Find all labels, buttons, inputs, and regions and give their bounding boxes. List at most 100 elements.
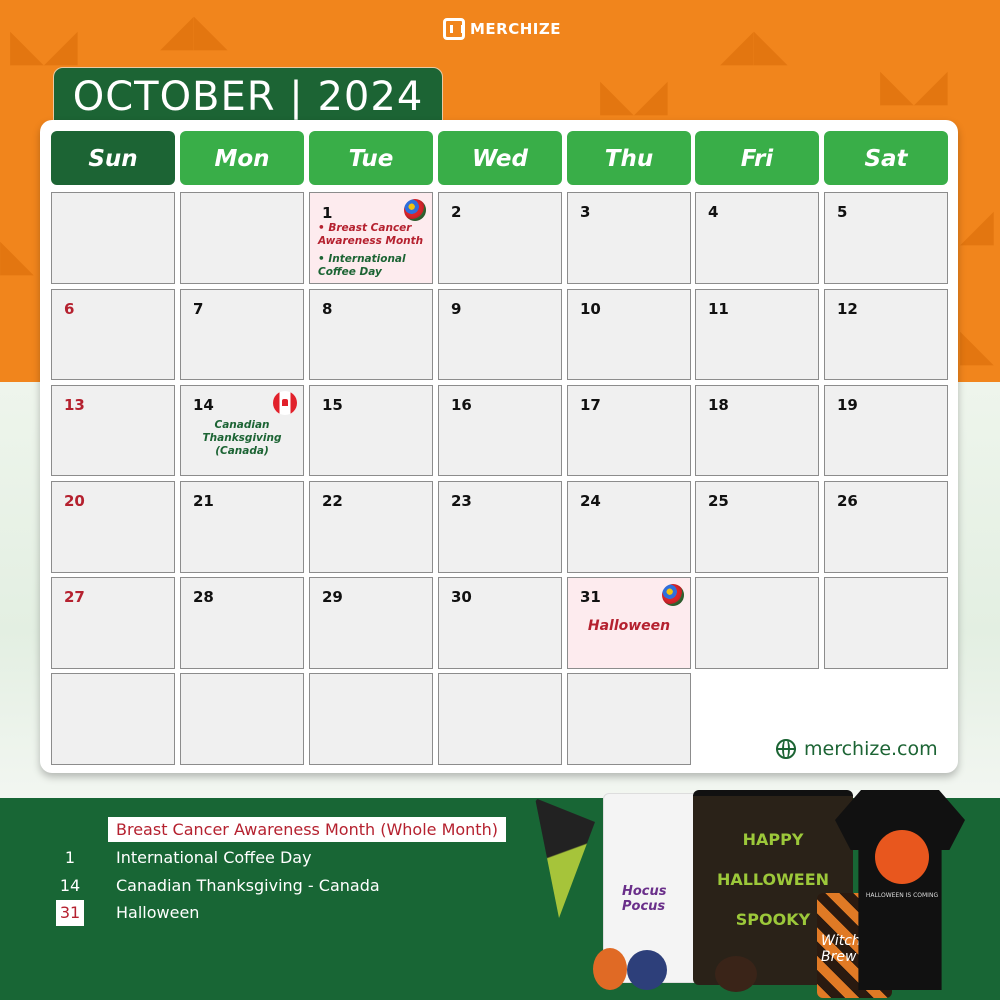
day-number: 8: [322, 300, 333, 318]
day-cell-5[interactable]: 5: [824, 192, 948, 284]
day-cell-12[interactable]: 12: [824, 289, 948, 380]
legend-label: International Coffee Day: [116, 848, 312, 867]
day-cell-6[interactable]: 6: [51, 289, 175, 380]
day-number: 1: [322, 204, 333, 222]
day-cell-empty: [309, 673, 433, 765]
event-breast-cancer-awareness: • Breast Cancer Awareness Month: [318, 222, 424, 247]
day-cell-29[interactable]: 29: [309, 577, 433, 669]
day-number: 4: [708, 203, 719, 221]
day-cell-10[interactable]: 10: [567, 289, 691, 380]
day-cell-20[interactable]: 20: [51, 481, 175, 573]
day-number: 14: [193, 396, 214, 414]
day-cell-18[interactable]: 18: [695, 385, 819, 476]
day-number: 5: [837, 203, 848, 221]
day-cell-28[interactable]: 28: [180, 577, 304, 669]
day-number: 16: [451, 396, 472, 414]
day-cell-15[interactable]: 15: [309, 385, 433, 476]
day-cell-27[interactable]: 27: [51, 577, 175, 669]
day-cell-empty: [51, 673, 175, 765]
day-number: 23: [451, 492, 472, 510]
day-number: 28: [193, 588, 214, 606]
day-cell-9[interactable]: 9: [438, 289, 562, 380]
day-number: 3: [580, 203, 591, 221]
day-number: 7: [193, 300, 204, 318]
day-cell-19[interactable]: 19: [824, 385, 948, 476]
globe-icon: [776, 739, 796, 759]
day-number: 30: [451, 588, 472, 606]
day-number: 2: [451, 203, 462, 221]
day-number: 29: [322, 588, 343, 606]
day-number: 9: [451, 300, 462, 318]
day-number: 31: [580, 588, 601, 606]
sugar-skull-ornament-image: [715, 956, 757, 992]
day-cell-8[interactable]: 8: [309, 289, 433, 380]
legend-date: 1: [64, 848, 76, 867]
website-link[interactable]: merchize.com: [776, 738, 938, 760]
day-number: 15: [322, 396, 343, 414]
weekday-mon: Mon: [180, 131, 304, 185]
day-number: 25: [708, 492, 729, 510]
legend-label: Breast Cancer Awareness Month (Whole Mon…: [108, 817, 506, 842]
day-cell-7[interactable]: 7: [180, 289, 304, 380]
legend-label: Halloween: [116, 903, 200, 922]
day-number: 10: [580, 300, 601, 318]
day-cell-14[interactable]: 14 Canadian Thanksgiving (Canada): [180, 385, 304, 476]
day-cell-empty: [180, 192, 304, 284]
weekday-fri: Fri: [695, 131, 819, 185]
day-number: 12: [837, 300, 858, 318]
weekday-wed: Wed: [438, 131, 562, 185]
day-cell-empty: [695, 577, 819, 669]
day-number: 6: [64, 300, 75, 318]
day-number: 13: [64, 396, 85, 414]
logo-text: MERCHIZE: [470, 20, 561, 38]
merchize-logo-icon: [443, 18, 465, 40]
day-cell-16[interactable]: 16: [438, 385, 562, 476]
day-cell-empty: [438, 673, 562, 765]
moon-graphic: [875, 830, 929, 884]
legend-item: 1 International Coffee Day: [0, 845, 540, 871]
canada-flag-icon: [273, 391, 297, 415]
weekday-tue: Tue: [309, 131, 433, 185]
day-number: 27: [64, 588, 85, 606]
day-cell-25[interactable]: 25: [695, 481, 819, 573]
halloween-merch-collage: Hocus Pocus HAPPY HALLOWEEN SPOOKY Witch…: [535, 788, 975, 1000]
tshirt-text: HALLOWEEN IS COMING: [865, 892, 939, 899]
skull-ornament-image: [593, 948, 627, 990]
day-number: 18: [708, 396, 729, 414]
weekday-sat: Sat: [824, 131, 948, 185]
day-number: 22: [322, 492, 343, 510]
day-cell-23[interactable]: 23: [438, 481, 562, 573]
day-number: 20: [64, 492, 85, 510]
event-international-coffee-day: • International Coffee Day: [318, 253, 406, 278]
day-cell-31[interactable]: 31 Halloween: [567, 577, 691, 669]
day-number: 24: [580, 492, 601, 510]
event-halloween: Halloween: [587, 618, 671, 634]
day-number: 21: [193, 492, 214, 510]
day-cell-1[interactable]: 1 • Breast Cancer Awareness Month • Inte…: [309, 192, 433, 284]
halloween-bunting-image: [535, 798, 595, 918]
day-cell-4[interactable]: 4: [695, 192, 819, 284]
day-cell-17[interactable]: 17: [567, 385, 691, 476]
day-cell-empty: [180, 673, 304, 765]
world-flags-globe-icon: [662, 584, 684, 606]
day-cell-empty: [567, 673, 691, 765]
day-cell-2[interactable]: 2: [438, 192, 562, 284]
day-cell-26[interactable]: 26: [824, 481, 948, 573]
day-number: 17: [580, 396, 601, 414]
website-text: merchize.com: [804, 738, 938, 760]
day-cell-13[interactable]: 13: [51, 385, 175, 476]
day-number: 19: [837, 396, 858, 414]
legend-item: Breast Cancer Awareness Month (Whole Mon…: [0, 817, 540, 843]
day-number: 11: [708, 300, 729, 318]
day-cell-30[interactable]: 30: [438, 577, 562, 669]
day-cell-22[interactable]: 22: [309, 481, 433, 573]
legend-item: 31 Halloween: [0, 900, 540, 926]
weekday-thu: Thu: [567, 131, 691, 185]
day-cell-11[interactable]: 11: [695, 289, 819, 380]
day-cell-3[interactable]: 3: [567, 192, 691, 284]
day-cell-21[interactable]: 21: [180, 481, 304, 573]
day-cell-24[interactable]: 24: [567, 481, 691, 573]
legend-label: Canadian Thanksgiving - Canada: [116, 876, 380, 895]
witch-ornament-image: [627, 950, 667, 990]
day-cell-empty: [824, 577, 948, 669]
